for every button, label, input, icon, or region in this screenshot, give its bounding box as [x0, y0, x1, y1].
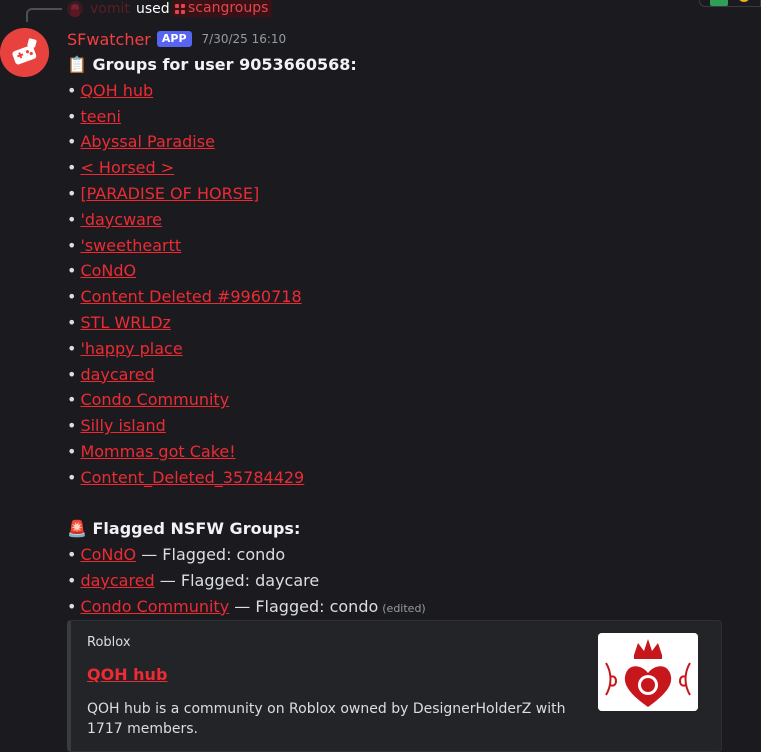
group-link[interactable]: Content_Deleted_35784429: [80, 468, 304, 487]
group-link[interactable]: Content Deleted #9960718: [80, 287, 301, 306]
group-link[interactable]: [PARADISE OF HORSE]: [80, 184, 259, 203]
bullet: •: [67, 106, 77, 126]
group-item: • CoNdO: [67, 258, 747, 284]
flagged-item: • daycared — Flagged: daycare: [67, 568, 747, 594]
bot-username[interactable]: SFwatcher: [67, 30, 151, 49]
reply-context[interactable]: vomit used scangroups: [0, 0, 761, 22]
group-link[interactable]: Mommas got Cake!: [80, 442, 235, 461]
message-timestamp[interactable]: 7/30/25 16:10: [202, 32, 287, 46]
group-item: • Abyssal Paradise: [67, 129, 747, 155]
group-link[interactable]: Silly island: [80, 416, 165, 435]
embed-thumbnail[interactable]: [598, 633, 698, 711]
crown-heart-logo: [598, 633, 698, 711]
bullet: •: [67, 545, 77, 565]
embed-provider: Roblox: [87, 635, 131, 650]
bullet: •: [67, 364, 77, 384]
group-link[interactable]: STL WRLDz: [80, 313, 171, 332]
group-link[interactable]: CoNdO: [80, 261, 136, 280]
siren-icon: 🚨: [67, 519, 87, 539]
reply-username[interactable]: vomit: [90, 0, 130, 18]
flagged-group-link[interactable]: daycared: [80, 571, 154, 590]
command-icon: [175, 3, 185, 14]
bullet: •: [67, 467, 77, 487]
flagged-reason: — Flagged: daycare: [154, 570, 320, 590]
group-link[interactable]: 'happy place: [80, 339, 182, 358]
group-link[interactable]: teeni: [80, 107, 121, 126]
bullet: •: [67, 235, 77, 255]
bullet: •: [67, 287, 77, 307]
group-link[interactable]: QOH hub: [80, 81, 153, 100]
message-toolbar[interactable]: [699, 0, 761, 7]
flagged-reason: — Flagged: condo: [136, 545, 286, 565]
group-link[interactable]: < Horsed >: [80, 158, 174, 177]
flagged-reason: — Flagged: condo: [229, 596, 379, 616]
embed-description: QOH hub is a community on Roblox owned b…: [87, 701, 566, 737]
message-header: SFwatcher APP 7/30/25 16:10: [67, 28, 286, 50]
message-content: 📋 Groups for user 9053660568: • QOH hub • t…: [67, 52, 747, 620]
group-item: •'sweetheartt: [67, 233, 747, 259]
flagged-item: • CoNdO — Flagged: condo: [67, 542, 747, 568]
bullet: •: [67, 390, 77, 410]
bullet: •: [67, 209, 77, 229]
group-item: • Content Deleted #9960718: [67, 284, 747, 310]
group-item: • [PARADISE OF HORSE]: [67, 181, 747, 207]
group-item: • Condo Community: [67, 387, 747, 413]
link-embed: Roblox QOH hub QOH hub is a community on…: [67, 620, 722, 752]
group-item: • daycared: [67, 362, 747, 388]
group-item: • Content_Deleted_35784429: [67, 465, 747, 491]
bullet: •: [67, 261, 77, 281]
command-name: scangroups: [188, 0, 269, 16]
reply-used-text: used: [136, 1, 170, 17]
group-item: • QOH hub: [67, 78, 747, 104]
group-item: •'daycware: [67, 207, 747, 233]
group-link[interactable]: 'daycware: [80, 210, 162, 229]
app-badge: APP: [156, 31, 192, 47]
group-link[interactable]: 'sweetheartt: [80, 236, 181, 255]
group-item: • Silly island: [67, 413, 747, 439]
group-link[interactable]: Condo Community: [80, 390, 229, 409]
bullet: •: [67, 312, 77, 332]
check-icon[interactable]: [710, 0, 728, 6]
groups-heading-text: Groups for user 9053660568:: [92, 55, 357, 74]
bullet: •: [67, 338, 77, 358]
reply-connector: [26, 8, 62, 22]
group-link[interactable]: Abyssal Paradise: [80, 132, 214, 151]
bullet: •: [67, 570, 77, 590]
bullet: •: [67, 441, 77, 461]
command-chip[interactable]: scangroups: [172, 0, 273, 17]
emoji-icon[interactable]: [738, 0, 750, 6]
flagged-group-link[interactable]: Condo Community: [80, 597, 229, 616]
groups-heading: 📋 Groups for user 9053660568:: [67, 52, 747, 78]
group-item: • teeni: [67, 104, 747, 130]
reply-avatar[interactable]: [67, 1, 83, 17]
flagged-heading: 🚨 Flagged NSFW Groups:: [67, 516, 747, 542]
bullet: •: [67, 80, 77, 100]
bullet: •: [67, 183, 77, 203]
group-item: • STL WRLDz: [67, 310, 747, 336]
flagged-group-link[interactable]: CoNdO: [80, 545, 136, 564]
bullet: •: [67, 596, 77, 616]
group-link[interactable]: daycared: [80, 365, 154, 384]
bot-avatar[interactable]: [0, 28, 49, 77]
bullet: •: [67, 416, 77, 436]
bullet: •: [67, 158, 77, 178]
bullet: •: [67, 132, 77, 152]
flagged-list: • CoNdO — Flagged: condo • daycared — Flagg…: [67, 542, 747, 619]
group-item: •'happy place: [67, 336, 747, 362]
clipboard-icon: 📋: [67, 55, 87, 74]
groups-list: • QOH hub • teeni • Abyssal Paradise • < Horsed…: [67, 78, 747, 491]
group-item: • < Horsed >: [67, 155, 747, 181]
embed-title-link[interactable]: QOH hub: [87, 665, 167, 684]
flagged-item: • Condo Community — Flagged: condo (edited…: [67, 594, 747, 620]
edited-marker: (edited): [382, 601, 426, 615]
flagged-heading-text: Flagged NSFW Groups:: [92, 519, 301, 539]
group-item: • Mommas got Cake!: [67, 439, 747, 465]
